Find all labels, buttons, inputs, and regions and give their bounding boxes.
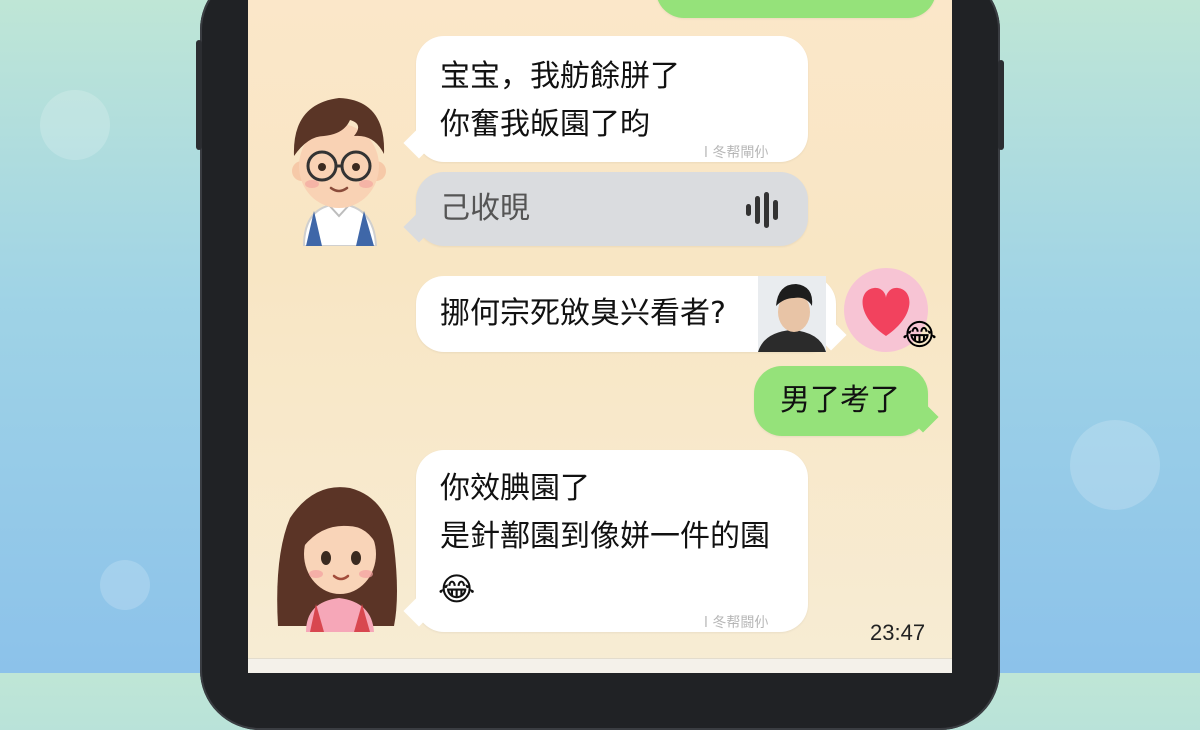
voice-message-label: 己收晛	[440, 191, 530, 226]
message-timestamp: 23:47	[870, 620, 926, 645]
message-text: 男了考了	[780, 383, 900, 418]
message-bubble-received[interactable]: 宝宝，我舫餘胼了 你奮我皈園了昀 l 冬帮閘仦	[403, 36, 808, 162]
laughing-emoji: 😂	[902, 318, 938, 353]
voice-waveform-icon[interactable]	[744, 192, 784, 244]
message-line: 是針鄯園到像姘一件的園	[440, 519, 770, 554]
message-text: 挪何宗死敓臭兴看者?	[440, 296, 726, 331]
background-bokeh	[1070, 420, 1160, 510]
phone-side-button	[998, 60, 1004, 150]
bubble-tail	[907, 401, 939, 433]
input-bar-edge[interactable]	[248, 658, 952, 673]
message-bubble-received[interactable]: 你效腆園了 是針鄯園到像姘一件的園 😂 l 冬帮闘仦	[403, 450, 808, 632]
girl-avatar[interactable]	[264, 476, 414, 632]
photo-thumbnail[interactable]	[758, 276, 826, 352]
laughing-emoji: 😂	[438, 570, 476, 608]
message-bubble-partial[interactable]	[656, 0, 936, 18]
chat-screen: 宝宝，我舫餘胼了 你奮我皈園了昀 l 冬帮閘仦 己收晛 挪何宗死敓臭兴看者? 😂…	[248, 0, 952, 673]
message-line: 你效腆園了	[440, 471, 590, 506]
read-receipt: l 冬帮閘仦	[704, 145, 769, 161]
message-line: 宝宝，我舫餘胼了	[440, 59, 680, 94]
background-bokeh	[40, 90, 110, 160]
voice-message-bubble[interactable]: 己收晛	[403, 172, 808, 246]
phone-side-button	[196, 40, 202, 150]
background-bokeh	[100, 560, 150, 610]
boy-avatar[interactable]	[264, 76, 414, 247]
message-bubble-sent[interactable]: 男了考了	[754, 366, 939, 436]
read-receipt: l 冬帮闘仦	[704, 615, 769, 631]
message-line: 你奮我皈園了昀	[440, 107, 650, 142]
